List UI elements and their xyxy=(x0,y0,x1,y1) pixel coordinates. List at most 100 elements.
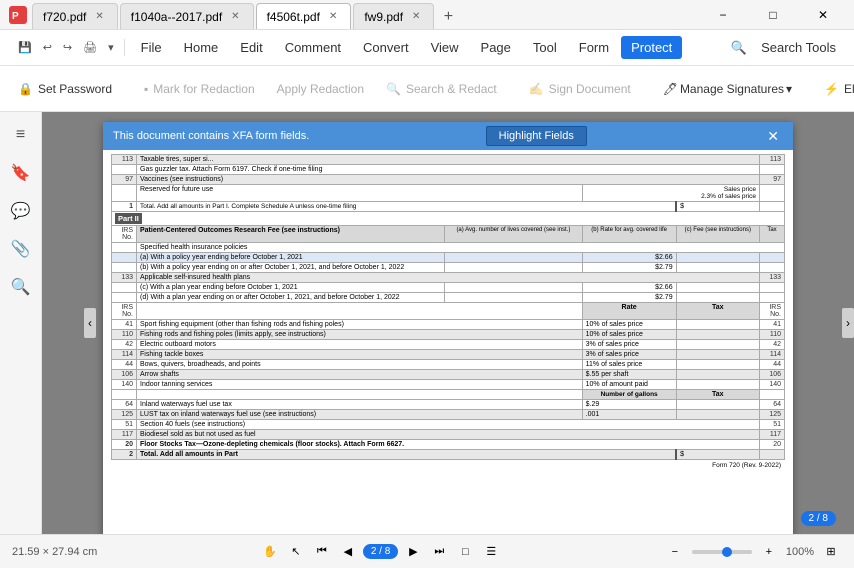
xfa-notification-bar: This document contains XFA form fields. … xyxy=(103,122,793,150)
menu-comment[interactable]: Comment xyxy=(275,36,351,59)
search-redact-button[interactable]: 🔍 Search & Redact xyxy=(376,78,507,100)
table-row: Number of gallons Tax xyxy=(112,390,785,400)
tab-f720[interactable]: f720.pdf ✕ xyxy=(32,3,118,29)
redaction-icon: ▪ xyxy=(144,82,148,96)
table-row: 114 Fishing tackle boxes 3% of sales pri… xyxy=(112,350,785,360)
form-footer: Form 720 (Rev. 9-2022) xyxy=(111,462,785,469)
table-row: 41 Sport fishing equipment (other than f… xyxy=(112,320,785,330)
page-overlay-text: 2 / 8 xyxy=(801,511,836,526)
tab-close-f4506t[interactable]: ✕ xyxy=(326,10,340,23)
manage-signatures-button[interactable]: 🖊 Manage Signatures ▾ xyxy=(653,78,802,100)
table-row: 2 Total. Add all amounts in Part $ xyxy=(112,450,785,460)
first-page-button[interactable]: ⏮ xyxy=(311,541,333,563)
undo-btn[interactable]: ↩ xyxy=(39,39,56,56)
highlight-fields-button[interactable]: Highlight Fields xyxy=(486,126,587,146)
apply-redaction-button[interactable]: Apply Redaction xyxy=(267,78,374,100)
table-row: 125 LUST tax on inland waterways fuel us… xyxy=(112,410,785,420)
table-row: (b) With a policy year ending on or afte… xyxy=(112,263,785,273)
menu-form[interactable]: Form xyxy=(569,36,619,59)
tab-close-fw9[interactable]: ✕ xyxy=(409,10,423,23)
last-page-button[interactable]: ⏭ xyxy=(428,541,450,563)
pdf-viewer: ‹ This document contains XFA form fields… xyxy=(42,112,854,534)
close-window-button[interactable]: ✕ xyxy=(800,0,846,30)
dropdown-arrow[interactable]: ▾ xyxy=(104,39,118,56)
menu-search-tools[interactable]: Search Tools xyxy=(751,36,846,59)
zoom-in-button[interactable]: + xyxy=(758,541,780,563)
set-password-button[interactable]: 🔒 Set Password xyxy=(8,78,122,100)
search-tools: 🔍 Search Tools xyxy=(731,36,846,59)
table-row: 42 Electric outboard motors 3% of sales … xyxy=(112,340,785,350)
prev-page-button[interactable]: ◀ xyxy=(337,541,359,563)
table-row: 106 Arrow shafts $.55 per shaft 106 xyxy=(112,370,785,380)
table-row: 1 Total. Add all amounts in Part I. Comp… xyxy=(112,202,785,212)
continuous-page-button[interactable]: ☰ xyxy=(480,541,502,563)
part-header: Part II xyxy=(115,213,142,224)
electro-button[interactable]: ⚡ Electro xyxy=(814,78,854,100)
menu-home[interactable]: Home xyxy=(174,36,229,59)
add-tab-button[interactable]: + xyxy=(436,5,460,29)
table-row: (c) With a plan year ending before Octob… xyxy=(112,283,785,293)
zoom-slider[interactable] xyxy=(692,550,752,554)
sign-document-button[interactable]: ✍ Sign Document xyxy=(519,78,641,100)
menu-file[interactable]: File xyxy=(131,36,172,59)
menu-view[interactable]: View xyxy=(421,36,469,59)
search-redact-icon: 🔍 xyxy=(386,82,401,96)
select-tool-btn[interactable]: ↖ xyxy=(285,541,307,563)
signature-icon: 🖊 xyxy=(663,82,678,96)
print-btn[interactable]: 🖨 xyxy=(79,39,101,56)
menu-convert[interactable]: Convert xyxy=(353,36,419,59)
tab-close-f1040a[interactable]: ✕ xyxy=(228,10,242,23)
tab-close-f720[interactable]: ✕ xyxy=(92,10,106,23)
table-row: 133 Applicable self-insured health plans… xyxy=(112,273,785,283)
zoom-track[interactable] xyxy=(692,550,752,554)
table-row: 113 Taxable tires, super si... 113 xyxy=(112,155,785,165)
redo-btn[interactable]: ↪ xyxy=(59,39,76,56)
menu-tool[interactable]: Tool xyxy=(523,36,567,59)
table-row: 20 Floor Stocks Tax—Ozone-depleting chem… xyxy=(112,440,785,450)
zoom-level-text: 100% xyxy=(786,546,814,558)
sidebar-search-icon[interactable]: 🔍 xyxy=(6,272,36,302)
lock-icon: 🔒 xyxy=(18,82,33,96)
hand-tool-btn[interactable]: ✋ xyxy=(259,541,281,563)
sign-icon: ✍ xyxy=(529,82,544,96)
tab-f1040a[interactable]: f1040a--2017.pdf ✕ xyxy=(120,3,254,29)
status-right: − + 100% ⊞ xyxy=(664,541,842,563)
mark-for-redaction-button[interactable]: ▪ Mark for Redaction xyxy=(134,78,265,100)
sidebar-attachment-icon[interactable]: 📎 xyxy=(6,234,36,264)
tab-f4506t[interactable]: f4506t.pdf ✕ xyxy=(256,3,352,29)
menu-edit[interactable]: Edit xyxy=(230,36,272,59)
table-row: Gas guzzler tax. Attach Form 6197. Check… xyxy=(112,165,785,175)
row-right-num: 113 xyxy=(760,155,785,165)
title-bar: P f720.pdf ✕ f1040a--2017.pdf ✕ f4506t.p… xyxy=(0,0,854,30)
tabs-container: f720.pdf ✕ f1040a--2017.pdf ✕ f4506t.pdf… xyxy=(32,0,688,29)
protect-toolbar: 🔒 Set Password ▪ Mark for Redaction Appl… xyxy=(0,66,854,112)
maximize-button[interactable]: □ xyxy=(750,0,796,30)
left-panel-toggle[interactable]: ‹ xyxy=(84,308,96,338)
svg-text:P: P xyxy=(12,11,19,22)
xfa-close-button[interactable]: ✕ xyxy=(763,128,783,145)
single-page-button[interactable]: □ xyxy=(454,541,476,563)
xfa-message: This document contains XFA form fields. xyxy=(113,130,309,142)
zoom-thumb[interactable] xyxy=(722,547,732,557)
minimize-button[interactable]: − xyxy=(700,0,746,30)
right-panel-toggle[interactable]: › xyxy=(842,308,854,338)
save-quick-btn[interactable]: 💾 xyxy=(14,39,36,56)
sidebar-bookmark-icon[interactable]: 🔖 xyxy=(6,158,36,188)
pdf-page: This document contains XFA form fields. … xyxy=(103,122,793,534)
window-controls: − □ ✕ xyxy=(700,0,846,30)
tab-fw9[interactable]: fw9.pdf ✕ xyxy=(353,3,434,29)
fit-page-button[interactable]: ⊞ xyxy=(820,541,842,563)
next-page-button[interactable]: ▶ xyxy=(402,541,424,563)
table-row: (a) With a policy year ending before Oct… xyxy=(112,253,785,263)
row-description: Taxable tires, super si... xyxy=(137,155,760,165)
menu-bar: 💾 ↩ ↪ 🖨 ▾ File Home Edit Comment Convert… xyxy=(0,30,854,66)
page-indicator: 2 / 8 xyxy=(363,544,398,559)
table-row: Reserved for future use Sales price2.3% … xyxy=(112,185,785,202)
menu-page[interactable]: Page xyxy=(471,36,521,59)
zoom-out-button[interactable]: − xyxy=(664,541,686,563)
sidebar-panel-icon[interactable]: ≡ xyxy=(6,120,36,150)
menu-protect[interactable]: Protect xyxy=(621,36,682,59)
sidebar-comment-icon[interactable]: 💬 xyxy=(6,196,36,226)
table-row: 110 Fishing rods and fishing poles (limi… xyxy=(112,330,785,340)
pdf-content: 113 Taxable tires, super si... 113 Gas g… xyxy=(103,150,793,473)
